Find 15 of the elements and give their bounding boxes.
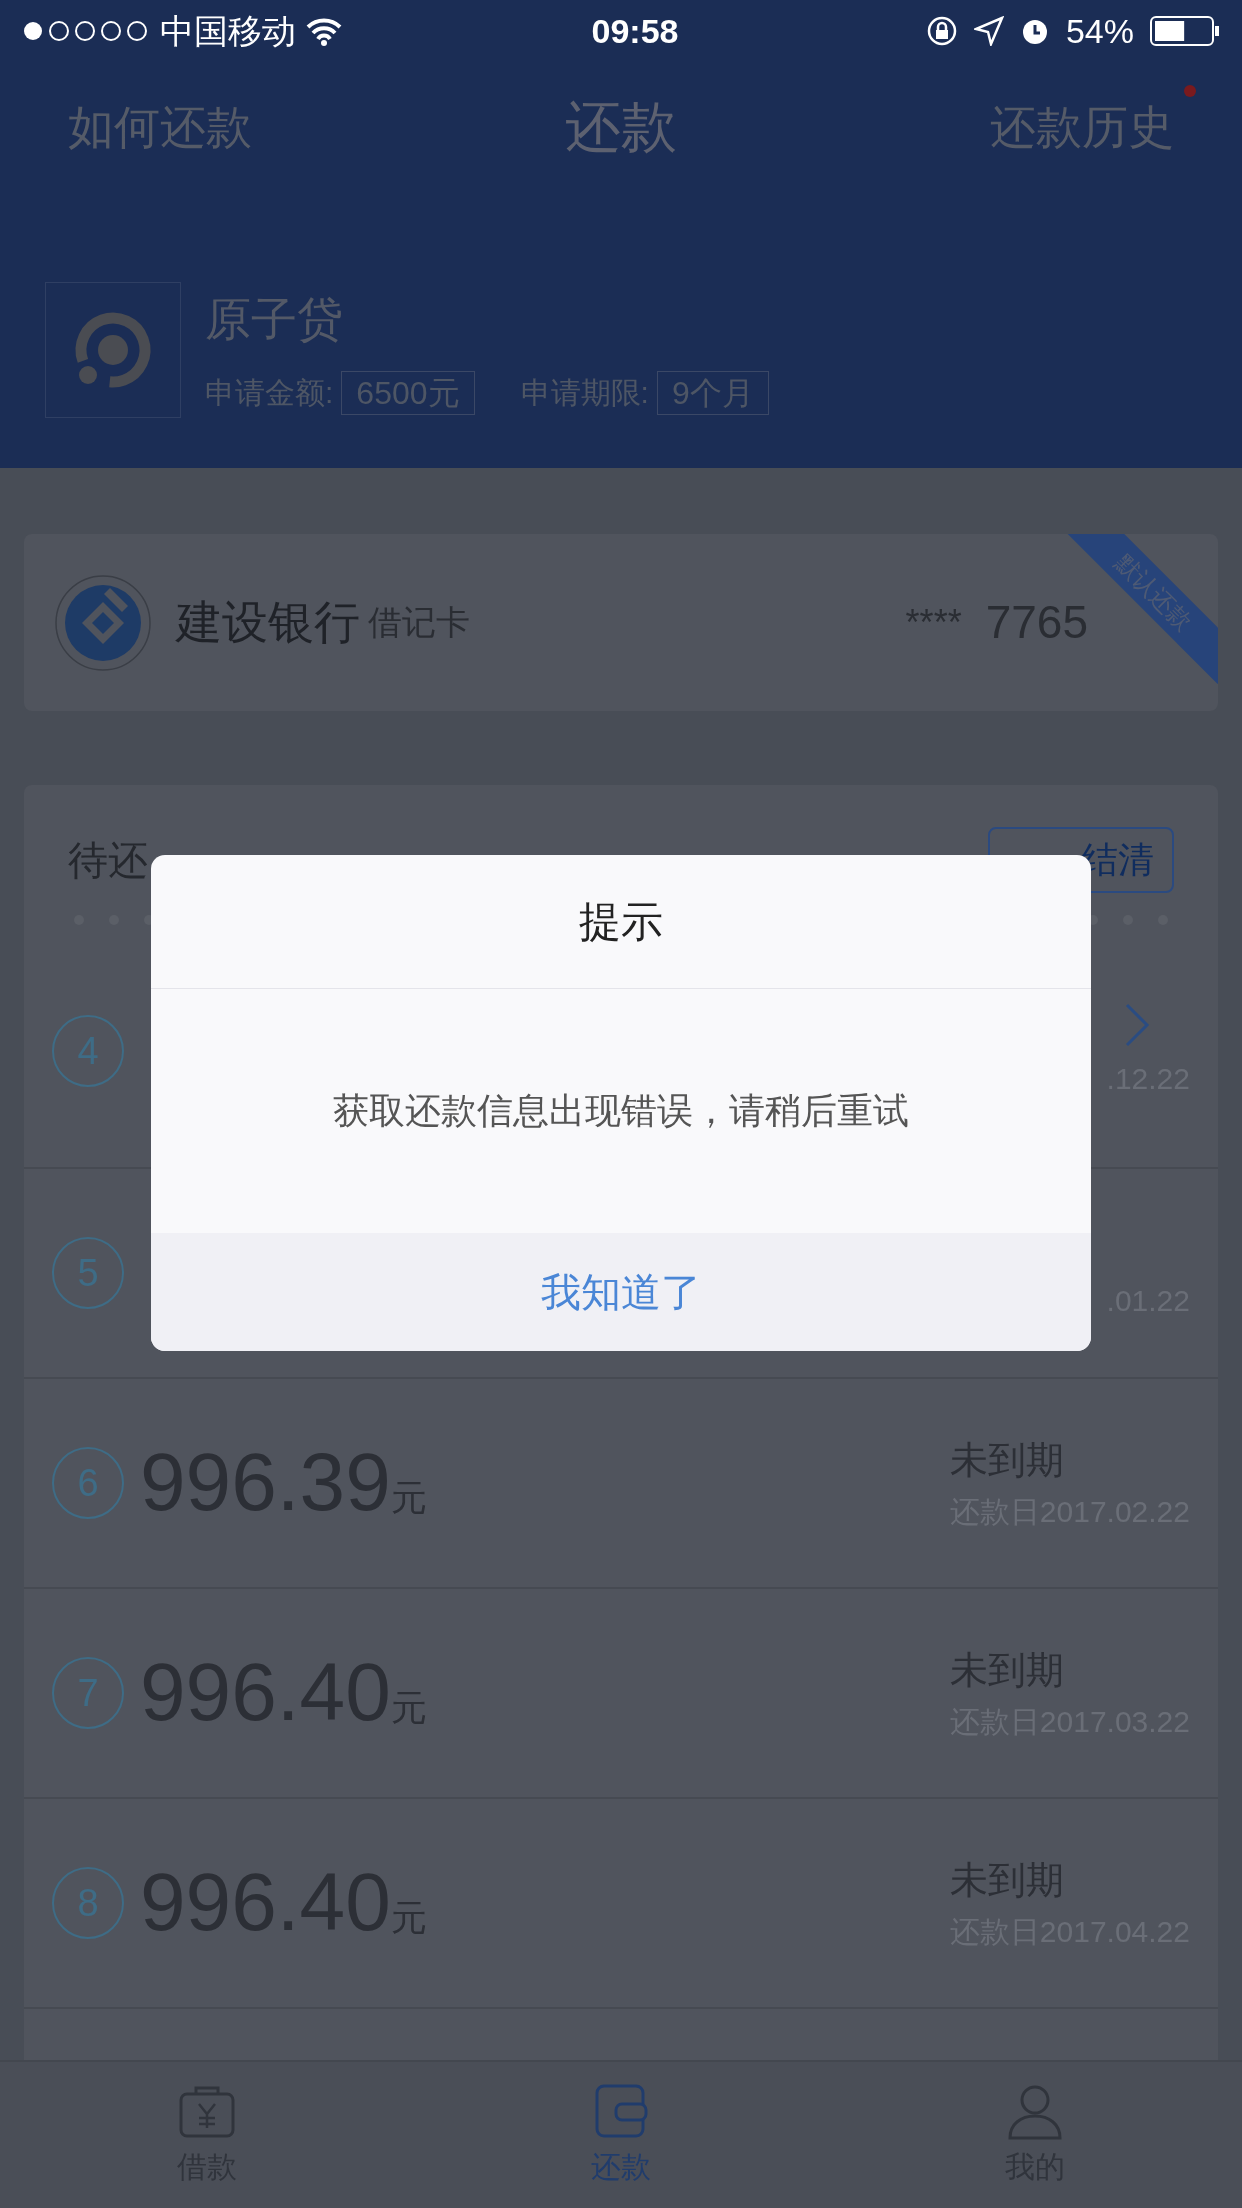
product-name: 原子贷 <box>205 292 344 347</box>
battery-icon <box>1150 15 1220 47</box>
confirm-button[interactable]: 我知道了 <box>151 1233 1091 1351</box>
dialog-message: 获取还款信息出现错误，请稍后重试 <box>332 1089 910 1133</box>
rotation-lock-icon <box>925 15 958 47</box>
bank-logo-icon <box>54 573 152 672</box>
page-title: 还款 <box>565 94 677 160</box>
carrier-name: 中国移动 <box>160 10 296 52</box>
card-mask: **** <box>905 600 962 645</box>
help-link[interactable]: 如何还款 <box>68 92 252 162</box>
history-link[interactable]: 还款历史 <box>990 100 1174 153</box>
battery-percent: 54% <box>1065 10 1134 52</box>
wifi-icon <box>304 16 344 46</box>
status-time: 09:58 <box>591 10 679 52</box>
location-icon <box>973 16 1004 46</box>
